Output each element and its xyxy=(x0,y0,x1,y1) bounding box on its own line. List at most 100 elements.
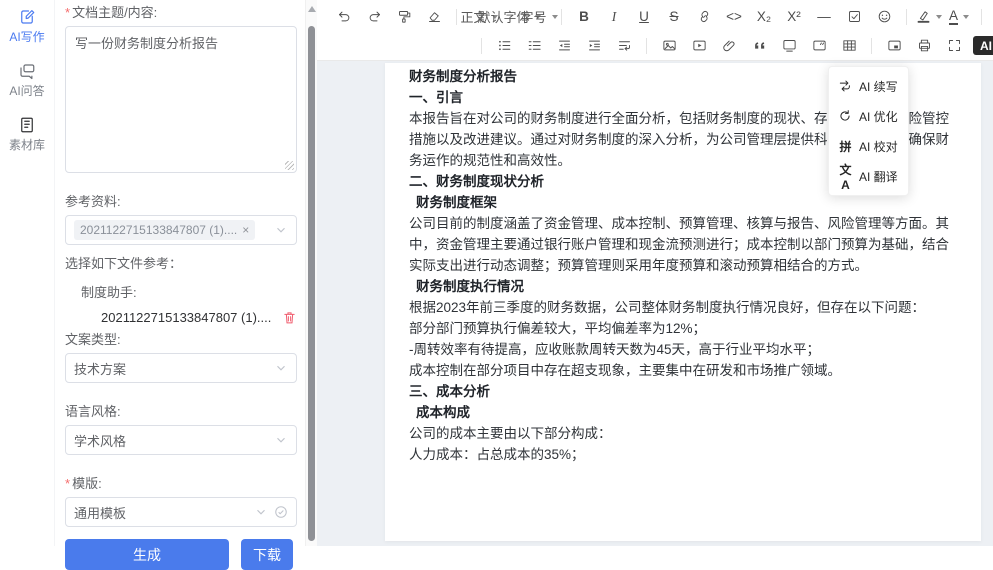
toolbar-divider xyxy=(561,9,562,25)
tag-close-icon[interactable]: × xyxy=(242,224,249,236)
ai-writing-app: AI写作 AI问答 素材库 *文档主题/内容: 写一份财务制度分析报告 参考资料… xyxy=(0,0,993,546)
clear-format-button[interactable] xyxy=(420,5,448,29)
link-button[interactable] xyxy=(690,5,718,29)
generate-button[interactable]: 生成 xyxy=(65,539,229,570)
superscript-button[interactable]: X² xyxy=(780,5,808,29)
format-painter-button[interactable] xyxy=(390,5,418,29)
doc-type-label: 文案类型: xyxy=(65,329,297,348)
caret-down-icon xyxy=(552,15,558,19)
ai-proofread-icon: 拼 xyxy=(838,138,852,155)
ai-dropdown-button[interactable]: AI xyxy=(973,36,993,55)
doc-issue-item: 成本控制在部分项目中存在超支现象，主要集中在研发和市场推广领域。 xyxy=(409,360,957,381)
redo-button[interactable] xyxy=(360,5,388,29)
insert-video-button[interactable] xyxy=(685,34,713,58)
undo-button[interactable] xyxy=(330,5,358,29)
font-family-dropdown[interactable]: 默认字体 xyxy=(495,5,523,29)
fullscreen-button[interactable] xyxy=(940,34,968,58)
template-select[interactable]: 通用模板 xyxy=(65,497,297,527)
language-style-select[interactable]: 学术风格 xyxy=(65,425,297,455)
font-size-dropdown[interactable]: 字号 xyxy=(525,5,553,29)
file-select-label: 选择如下文件参考： xyxy=(65,253,297,272)
caret-down-icon xyxy=(963,15,969,19)
outdent-button[interactable] xyxy=(550,34,578,58)
doc-issue-item: 部分部门预算执行偏差较大，平均偏差率为12%； xyxy=(409,318,957,339)
toolbar-row-1: 正文 默认字体 字号 B I U S <> X₂ X² — A xyxy=(329,2,983,31)
highlight-pen-icon xyxy=(916,9,931,24)
insert-table-button[interactable] xyxy=(835,34,863,58)
language-style-value: 学术风格 xyxy=(74,431,274,450)
doc-type-select[interactable]: 技术方案 xyxy=(65,353,297,383)
toolbar-divider xyxy=(456,9,457,25)
circle-check-icon xyxy=(274,505,288,519)
required-asterisk: * xyxy=(65,5,70,20)
caret-down-icon xyxy=(936,15,942,19)
menu-item-ai-proofread[interactable]: 拼 AI 校对 xyxy=(829,131,908,161)
topic-value: 写一份财务制度分析报告 xyxy=(75,36,218,51)
sidebar-item-ai-qa[interactable]: AI问答 xyxy=(9,62,44,99)
font-color-icon: A xyxy=(949,9,958,25)
code-block-button[interactable] xyxy=(775,34,803,58)
selected-file-row: 2021122715133847807 (1).... xyxy=(101,310,297,325)
scrollbar-up-arrow-icon[interactable] xyxy=(308,6,316,12)
bullet-list-button[interactable] xyxy=(490,34,518,58)
strikethrough-button[interactable]: S xyxy=(660,5,688,29)
doc-paragraph: 公司目前的制度涵盖了资金管理、成本控制、预算管理、核算与报告、风险管理等方面。其… xyxy=(409,213,957,276)
menu-item-ai-optimize[interactable]: AI 优化 xyxy=(829,101,908,131)
subscript-button[interactable]: X₂ xyxy=(750,5,778,29)
required-asterisk: * xyxy=(65,476,70,491)
doc-issue-list: 部分部门预算执行偏差较大，平均偏差率为12%； -周转效率有待提高，应收账款周转… xyxy=(409,318,957,381)
sidebar-item-label: 素材库 xyxy=(9,136,45,153)
indent-button[interactable] xyxy=(580,34,608,58)
emoji-button[interactable] xyxy=(870,5,898,29)
chevron-down-icon xyxy=(274,361,288,375)
snippet-button[interactable] xyxy=(805,34,833,58)
ordered-list-button[interactable] xyxy=(520,34,548,58)
topic-textarea[interactable]: 写一份财务制度分析报告 xyxy=(65,26,297,173)
insert-image-button[interactable] xyxy=(655,34,683,58)
delete-file-icon[interactable] xyxy=(282,310,297,325)
italic-button[interactable]: I xyxy=(600,5,628,29)
toolbar-divider xyxy=(906,9,907,25)
underline-button[interactable]: U xyxy=(630,5,658,29)
sidebar-item-material-library[interactable]: 素材库 xyxy=(9,116,45,153)
topic-label: *文档主题/内容: xyxy=(65,2,297,21)
chevron-down-icon xyxy=(274,223,288,237)
reference-select[interactable]: 2021122715133847807 (1).... × xyxy=(65,215,297,245)
highlight-color-dropdown[interactable] xyxy=(915,5,943,29)
scrollbar-thumb[interactable] xyxy=(308,26,315,541)
library-icon xyxy=(18,116,36,134)
reference-file-name: 2021122715133847807 (1).... xyxy=(80,223,237,237)
template-label: *模版: xyxy=(65,473,297,492)
textarea-resize-handle[interactable] xyxy=(285,161,294,170)
ai-dropdown-menu: AI 续写 AI 优化 拼 AI 校对 文A AI 翻译 xyxy=(828,66,909,196)
menu-item-ai-translate[interactable]: 文A AI 翻译 xyxy=(829,161,908,191)
doc-paragraph: 根据2023年前三季度的财务数据，公司整体财务制度执行情况良好，但存在以下问题： xyxy=(409,297,957,318)
sidebar-item-label: AI问答 xyxy=(9,82,44,99)
sidebar-item-ai-writing[interactable]: AI写作 xyxy=(9,8,44,45)
editor-toolbar: 正文 默认字体 字号 B I U S <> X₂ X² — A xyxy=(317,0,993,61)
language-style-label: 语言风格: xyxy=(65,401,297,420)
doc-heading-cost: 三、成本分析 xyxy=(409,381,957,402)
ai-writing-icon xyxy=(18,8,36,26)
todo-checkbox-button[interactable] xyxy=(840,5,868,29)
reference-label: 参考资料: xyxy=(65,191,297,210)
doc-type-value: 技术方案 xyxy=(74,359,274,378)
font-color-dropdown[interactable]: A xyxy=(945,5,973,29)
doc-cost-item: 人力成本：占总成本的35%； xyxy=(409,444,957,465)
toolbar-row-2: AI xyxy=(329,31,983,60)
download-button[interactable]: 下载 xyxy=(241,539,293,570)
sidebar-item-label: AI写作 xyxy=(9,28,44,45)
doc-subheading-execution: 财务制度执行情况 xyxy=(416,276,957,297)
blockquote-button[interactable] xyxy=(745,34,773,58)
menu-item-ai-continue[interactable]: AI 续写 xyxy=(829,71,908,101)
horizontal-rule-button[interactable]: — xyxy=(810,5,838,29)
bold-button[interactable]: B xyxy=(570,5,598,29)
print-button[interactable] xyxy=(910,34,938,58)
line-break-button[interactable] xyxy=(610,34,638,58)
panel-scrollbar[interactable] xyxy=(305,0,317,546)
assistant-label: 制度助手: xyxy=(81,282,297,301)
toolbar-divider xyxy=(871,38,872,54)
inline-code-button[interactable]: <> xyxy=(720,5,748,29)
card-view-button[interactable] xyxy=(880,34,908,58)
attachment-button[interactable] xyxy=(715,34,743,58)
